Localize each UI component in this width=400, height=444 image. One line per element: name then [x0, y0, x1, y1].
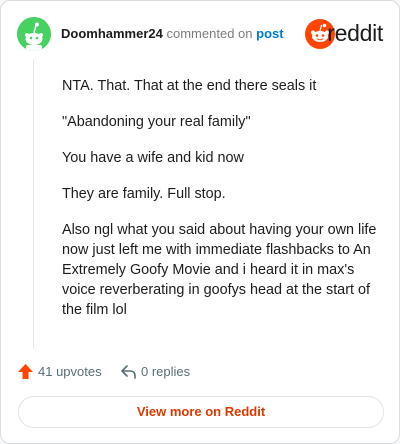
- comment-paragraph-2: "Abandoning your real family": [62, 114, 251, 130]
- comment-paragraph-3: You have a wife and kid now: [62, 150, 244, 166]
- upvote-count: 41 upvotes: [38, 364, 102, 379]
- username-link[interactable]: Doomhammer24: [61, 26, 163, 41]
- reddit-wordmark: reddit: [327, 20, 383, 46]
- comment-paragraph-1: NTA. That. That at the end there seals i…: [62, 78, 317, 94]
- upvote-arrow-icon: [18, 364, 33, 379]
- post-link[interactable]: post: [256, 26, 283, 41]
- comment-paragraph-5: Also ngl what you said about having your…: [62, 222, 377, 318]
- snoo-avatar-icon: [17, 17, 51, 51]
- view-more-button[interactable]: View more on Reddit: [18, 396, 384, 428]
- comment-paragraph-4: They are family. Full stop.: [62, 186, 226, 202]
- user-avatar[interactable]: [17, 17, 51, 51]
- reply-count: 0 replies: [141, 364, 191, 379]
- comment-header: Doomhammer24 commented on post reddit: [17, 17, 383, 51]
- embedded-comment-card: Doomhammer24 commented on post reddit NT…: [0, 0, 400, 444]
- comment-meta: Doomhammer24 commented on post: [61, 26, 284, 41]
- action-text: commented on: [166, 26, 253, 41]
- reply-arrow-icon: [121, 365, 136, 379]
- comment-body: NTA. That. That at the end there seals i…: [62, 76, 380, 336]
- thread-line: [33, 59, 34, 349]
